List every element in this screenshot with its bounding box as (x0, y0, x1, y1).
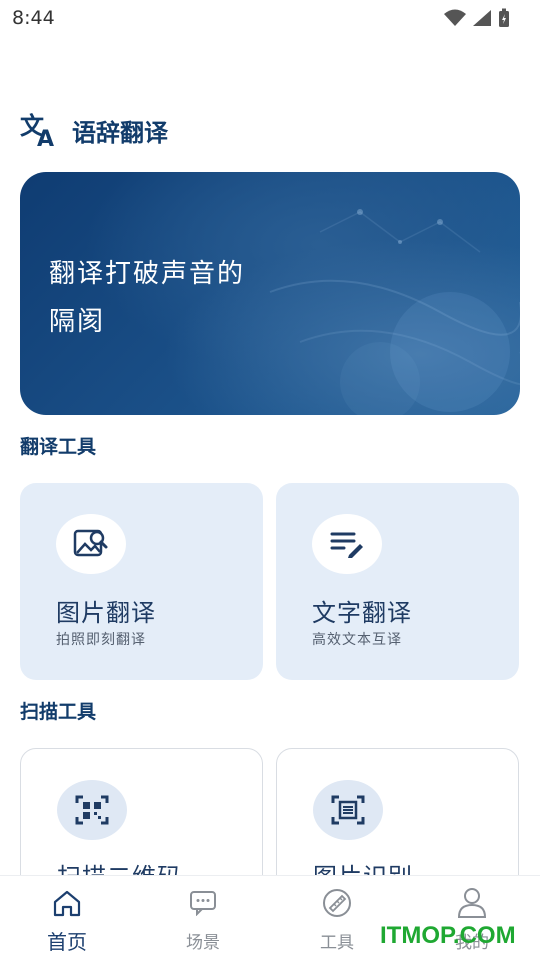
battery-icon (499, 8, 509, 27)
hero-banner[interactable]: 翻译打破声音的 隔阂 (20, 172, 520, 415)
nav-label-home: 首页 (47, 930, 87, 954)
wifi-icon (444, 9, 466, 26)
nav-item-scenes[interactable]: 场景 (158, 886, 248, 953)
home-icon (53, 890, 81, 917)
image-ocr-icon-circle (313, 780, 383, 840)
status-bar: 8:44 (0, 0, 540, 36)
nav-label-tools: 工具 (320, 933, 354, 953)
signal-icon (473, 10, 491, 26)
watermark: ITMOP.COM (380, 922, 516, 949)
translate-logo-icon: 文 A (20, 112, 54, 148)
user-icon (457, 888, 487, 918)
image-translate-icon-circle (56, 514, 126, 574)
section-title-translate: 翻译工具 (20, 436, 97, 458)
text-translate-icon-circle (312, 514, 382, 574)
nav-label-scenes: 场景 (186, 933, 220, 953)
text-translate-subtitle: 高效文本互译 (312, 632, 402, 648)
banner-line-2: 隔阂 (49, 307, 106, 337)
image-search-icon (73, 529, 108, 557)
app-title: 语辞翻译 (72, 118, 168, 147)
status-time: 8:44 (12, 7, 55, 29)
section-title-scan: 扫描工具 (20, 701, 97, 723)
text-translate-card[interactable]: 文字翻译 高效文本互译 (276, 483, 519, 680)
image-translate-card[interactable]: 图片翻译 拍照即刻翻译 (20, 483, 263, 680)
ocr-scan-icon (331, 795, 365, 825)
text-edit-icon (330, 532, 363, 558)
svg-text:A: A (37, 127, 54, 148)
scan-qr-icon-circle (57, 780, 127, 840)
banner-line-1: 翻译打破声音的 (49, 259, 246, 289)
image-translate-title: 图片翻译 (56, 599, 156, 627)
qr-scan-icon (75, 795, 109, 825)
nav-item-tools[interactable]: 工具 (292, 886, 382, 953)
ruler-icon (323, 889, 351, 917)
chat-icon (190, 891, 216, 916)
nav-item-home[interactable]: 首页 (22, 886, 112, 955)
app-header: 文 A 语辞翻译 (20, 110, 168, 150)
status-icons (444, 8, 510, 28)
text-translate-title: 文字翻译 (312, 599, 412, 627)
image-translate-subtitle: 拍照即刻翻译 (56, 632, 146, 648)
banner-text: 翻译打破声音的 隔阂 (49, 250, 245, 346)
